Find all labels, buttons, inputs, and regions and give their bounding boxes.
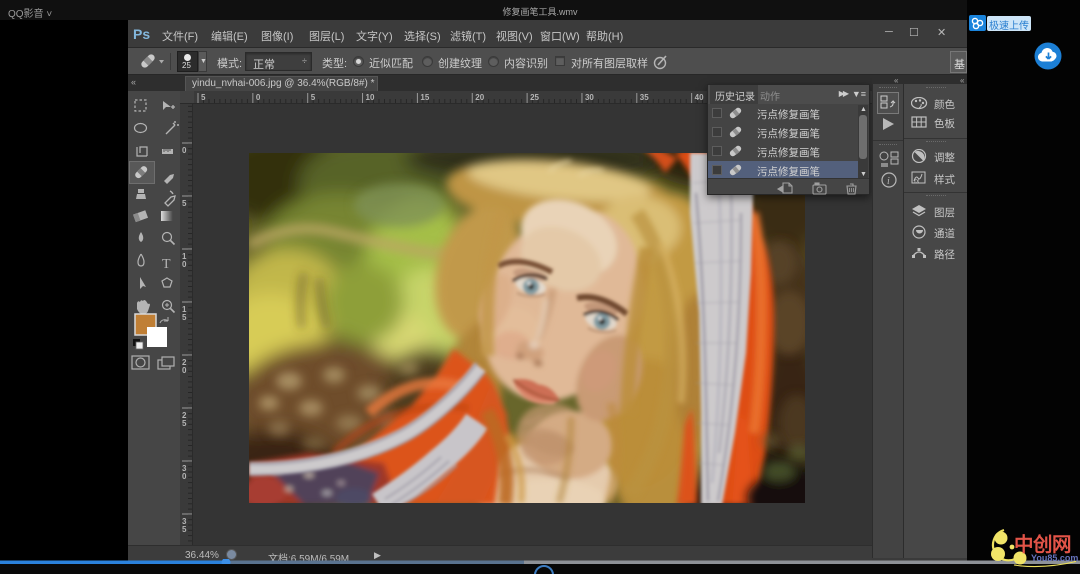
svg-text:You85.com: You85.com [1031,553,1078,563]
svg-text:fx: fx [914,178,920,185]
svg-text:5: 5 [201,93,206,102]
svg-text:30: 30 [585,93,594,102]
svg-text:0: 0 [256,93,261,102]
svg-text:T: T [162,257,171,272]
svg-text:20: 20 [475,93,484,102]
svg-text:0: 0 [182,260,187,269]
svg-text:0: 0 [182,366,187,375]
svg-text:0: 0 [182,146,187,155]
svg-text:25: 25 [530,93,539,102]
svg-text:10: 10 [366,93,375,102]
svg-text:35: 35 [640,93,649,102]
svg-text:5: 5 [182,419,187,428]
svg-text:5: 5 [311,93,316,102]
svg-text:5: 5 [182,313,187,322]
svg-text:40: 40 [695,93,704,102]
svg-text:i: i [887,176,890,187]
svg-text:5: 5 [182,525,187,534]
svg-text:15: 15 [420,93,429,102]
svg-text:0: 0 [182,472,187,481]
svg-text:5: 5 [182,199,187,208]
